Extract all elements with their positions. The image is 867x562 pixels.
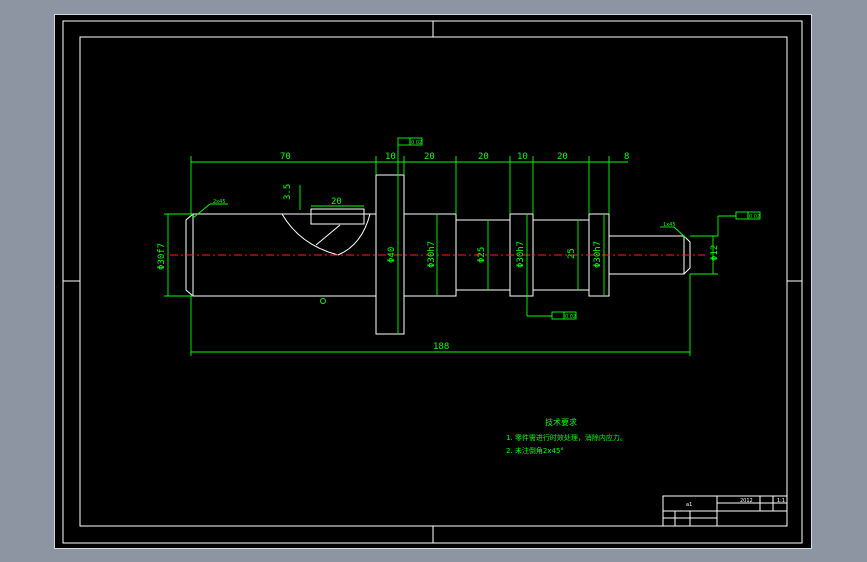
- dim-20a: 20: [424, 152, 435, 162]
- right-chamfer-label: 1x45: [663, 222, 676, 228]
- title-block-cell3: 1:1: [777, 498, 785, 504]
- dim-dia-collar: Φ40: [387, 247, 397, 263]
- diameter-dimension-lines: [164, 175, 718, 334]
- shaft-outline: [185, 174, 691, 335]
- dim-188: 188: [433, 342, 449, 352]
- dim-dia-h7b: Φ30h7: [516, 241, 526, 268]
- dim-dia-h7a: Φ30h7: [427, 241, 437, 268]
- title-block-cell2: 2012: [740, 498, 753, 504]
- dim-dia-left: Φ30f7: [157, 243, 167, 270]
- title-block: [662, 495, 788, 527]
- dim-dia-h7c: Φ30h7: [593, 241, 603, 268]
- left-chamfer-label: 2x45: [213, 199, 226, 205]
- top-dimension-lines: [190, 156, 628, 214]
- tolerance-top-value: 0.02: [411, 140, 422, 146]
- dim-dia-12: Φ12: [710, 245, 720, 261]
- notes-title: 技术要求: [545, 417, 577, 427]
- tolerance-right-value: 0.02: [749, 214, 760, 220]
- dim-dia-25a: Φ25: [477, 247, 487, 263]
- notes-line1: 1. 零件需进行时效处理，消除内应力。: [506, 433, 627, 442]
- dim-20b: 20: [478, 152, 489, 162]
- dim-10a: 10: [385, 152, 396, 162]
- title-block-cell1: a1: [686, 502, 692, 508]
- dim-70: 70: [280, 152, 291, 162]
- keyway: [281, 208, 371, 256]
- tolerance-bottom-value: 0.02: [565, 314, 576, 320]
- dim-dia-25b: 25: [567, 248, 577, 259]
- dim-keyway-20: 20: [331, 197, 342, 207]
- cad-application: 70 10 20 20 10 20 8 20 3.5 188 Φ30f7 Φ40…: [0, 0, 867, 562]
- dim-8: 8: [624, 152, 629, 162]
- dim-keyway-depth: 3.5: [283, 184, 293, 200]
- outer-drawing-border: [62, 20, 803, 544]
- dim-20c: 20: [557, 152, 568, 162]
- notes-line2: 2. 未注倒角2x45°: [506, 446, 564, 455]
- datum-marker: [320, 298, 326, 304]
- drawing-canvas[interactable]: 70 10 20 20 10 20 8 20 3.5 188 Φ30f7 Φ40…: [0, 0, 867, 562]
- left-chamfer-leader: [192, 203, 211, 219]
- dim-10b: 10: [517, 152, 528, 162]
